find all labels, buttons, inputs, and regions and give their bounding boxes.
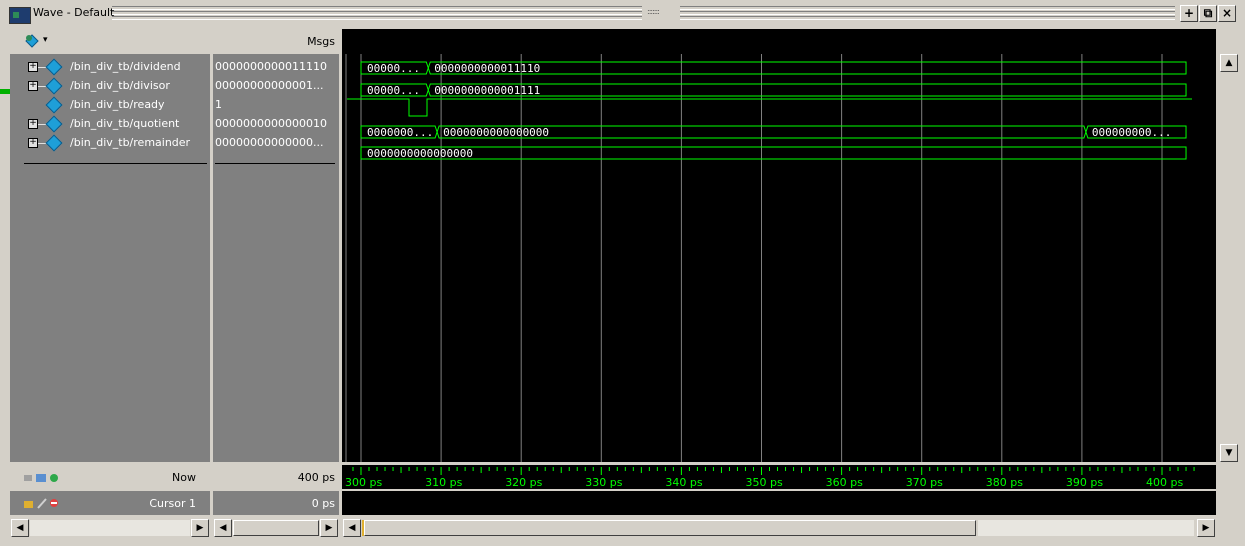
ruler-label: 390 ps <box>1066 476 1103 489</box>
signal-value: 0000000000000010 <box>215 117 327 130</box>
names-scroll-left-button[interactable]: ◀ <box>11 519 29 537</box>
wave-hscrollbar[interactable]: ◀ ▶ <box>342 517 1216 539</box>
cursor-track[interactable] <box>342 491 1216 515</box>
signal-icon <box>45 134 63 152</box>
window-title: Wave - Default <box>33 6 115 19</box>
expand-icon[interactable]: + <box>28 62 38 72</box>
zoom-in-button[interactable]: + <box>1180 5 1198 22</box>
signal-value: 0000000000011110 <box>215 60 327 73</box>
signal-name: /bin_div_tb/ready <box>70 98 165 111</box>
wave-panel[interactable]: 00000... 0000000000011110 00000... 00000000… <box>342 54 1216 462</box>
signal-names-panel[interactable]: + /bin_div_tb/dividend + /bin_div_tb/diviso… <box>10 29 210 462</box>
bus-value-label: 0000000000000000 <box>443 126 549 139</box>
time-ruler[interactable]: 300 ps 310 ps 320 ps 330 ps 340 ps 350 ps 360 … <box>342 465 1216 489</box>
signal-icon <box>45 115 63 133</box>
signal-row[interactable]: + /bin_div_tb/remainder <box>10 134 210 153</box>
cursor-value-cell: 0 ps <box>213 491 339 515</box>
wave-scroll-right-button[interactable]: ▶ <box>1197 519 1215 537</box>
ruler-label: 380 ps <box>986 476 1023 489</box>
wave-canvas[interactable]: 00000... 0000000000011110 00000... 00000000… <box>342 54 1216 462</box>
signal-row[interactable]: + /bin_div_tb/divisor <box>10 77 210 96</box>
signal-name: /bin_div_tb/dividend <box>70 60 181 73</box>
ruler-label: 340 ps <box>665 476 702 489</box>
bus-value-label: 00000... <box>367 84 420 97</box>
scroll-up-button[interactable]: ▲ <box>1220 54 1238 72</box>
wave-window-icon <box>9 7 31 24</box>
cursor-value: 0 ps <box>311 497 335 510</box>
signal-name: /bin_div_tb/quotient <box>70 117 180 130</box>
bus-value-label: 00000... <box>367 62 420 75</box>
now-toolbar-icons[interactable] <box>24 472 64 487</box>
signal-row[interactable]: + /bin_div_tb/dividend <box>10 58 210 77</box>
signal-add-icon[interactable] <box>24 33 39 48</box>
cursor-label: Cursor 1 <box>149 497 196 510</box>
wave-scroll-thumb[interactable] <box>364 520 976 536</box>
scroll-down-button[interactable]: ▼ <box>1220 444 1238 462</box>
bus-segment <box>360 146 1187 153</box>
ruler-label: 360 ps <box>826 476 863 489</box>
signal-value: 1 <box>215 98 222 111</box>
bus-value-label: 0000000... <box>367 126 433 139</box>
now-value-cell: 400 ps <box>213 465 339 489</box>
now-value: 400 ps <box>297 471 335 484</box>
cursor-row: Cursor 1 <box>10 491 210 515</box>
expand-icon[interactable]: + <box>28 138 38 148</box>
names-scroll-right-button[interactable]: ▶ <box>191 519 209 537</box>
wave-header <box>342 29 1216 54</box>
signal-name: /bin_div_tb/divisor <box>70 79 170 92</box>
now-label: Now <box>172 471 196 484</box>
names-hscrollbar[interactable]: ◀ ▶ <box>10 517 210 539</box>
signal-icon <box>45 96 63 114</box>
values-scroll-thumb[interactable] <box>233 520 319 536</box>
bus-segment <box>427 83 1187 91</box>
bus-segment <box>427 61 1187 69</box>
bus-value-label: 0000000000011110 <box>434 62 540 75</box>
bus-value-label: 0000000000000000 <box>367 147 473 160</box>
signal-value: 00000000000001... <box>215 79 324 92</box>
signal-value: 00000000000000... <box>215 136 324 149</box>
values-scroll-left-button[interactable]: ◀ <box>214 519 232 537</box>
chevron-down-icon[interactable]: ▾ <box>43 35 48 45</box>
undock-button[interactable]: ⧉ <box>1199 5 1217 22</box>
names-divider <box>24 163 207 164</box>
ruler-label: 300 ps <box>345 476 382 489</box>
bus-value-label: 0000000000001111 <box>434 84 540 97</box>
expand-icon[interactable]: + <box>28 119 38 129</box>
now-row: Now <box>10 465 210 489</box>
window-titlebar[interactable]: Wave - Default ::::::: + ⧉ × <box>0 0 1245 28</box>
close-button[interactable]: × <box>1218 5 1236 22</box>
values-divider <box>215 163 335 164</box>
ruler-label: 350 ps <box>746 476 783 489</box>
bus-value-label: 000000000... <box>1092 126 1171 139</box>
vertical-scrollbar[interactable]: ▲ ▼ <box>1220 54 1238 462</box>
active-row-marker <box>0 89 10 94</box>
ruler-label: 320 ps <box>505 476 542 489</box>
signal-icon <box>45 77 63 95</box>
bus-segment <box>427 89 1187 97</box>
ruler-label: 330 ps <box>585 476 622 489</box>
signal-values-panel: 0000000000011110 00000000000001... 1 000000… <box>213 29 339 462</box>
ruler-label: 400 ps <box>1146 476 1183 489</box>
cursor-toolbar-icons[interactable] <box>24 497 64 512</box>
title-grip-handle[interactable]: ::::::: <box>647 7 675 17</box>
wave-scroll-left-button[interactable]: ◀ <box>343 519 361 537</box>
msgs-header: Msgs <box>213 29 339 54</box>
msgs-label: Msgs <box>307 35 335 48</box>
values-scroll-right-button[interactable]: ▶ <box>320 519 338 537</box>
signal-row[interactable]: + /bin_div_tb/quotient <box>10 115 210 134</box>
ruler-label: 310 ps <box>425 476 462 489</box>
values-hscrollbar[interactable]: ◀ ▶ <box>213 517 339 539</box>
ruler-label: 370 ps <box>906 476 943 489</box>
names-header: ▾ <box>10 29 210 54</box>
signal-icon <box>45 58 63 76</box>
expand-icon[interactable]: + <box>28 81 38 91</box>
bus-segment <box>427 67 1187 75</box>
ready-waveform <box>347 98 1192 117</box>
bus-segment <box>360 153 1187 160</box>
signal-name: /bin_div_tb/remainder <box>70 136 191 149</box>
signal-row[interactable]: /bin_div_tb/ready <box>10 96 210 115</box>
